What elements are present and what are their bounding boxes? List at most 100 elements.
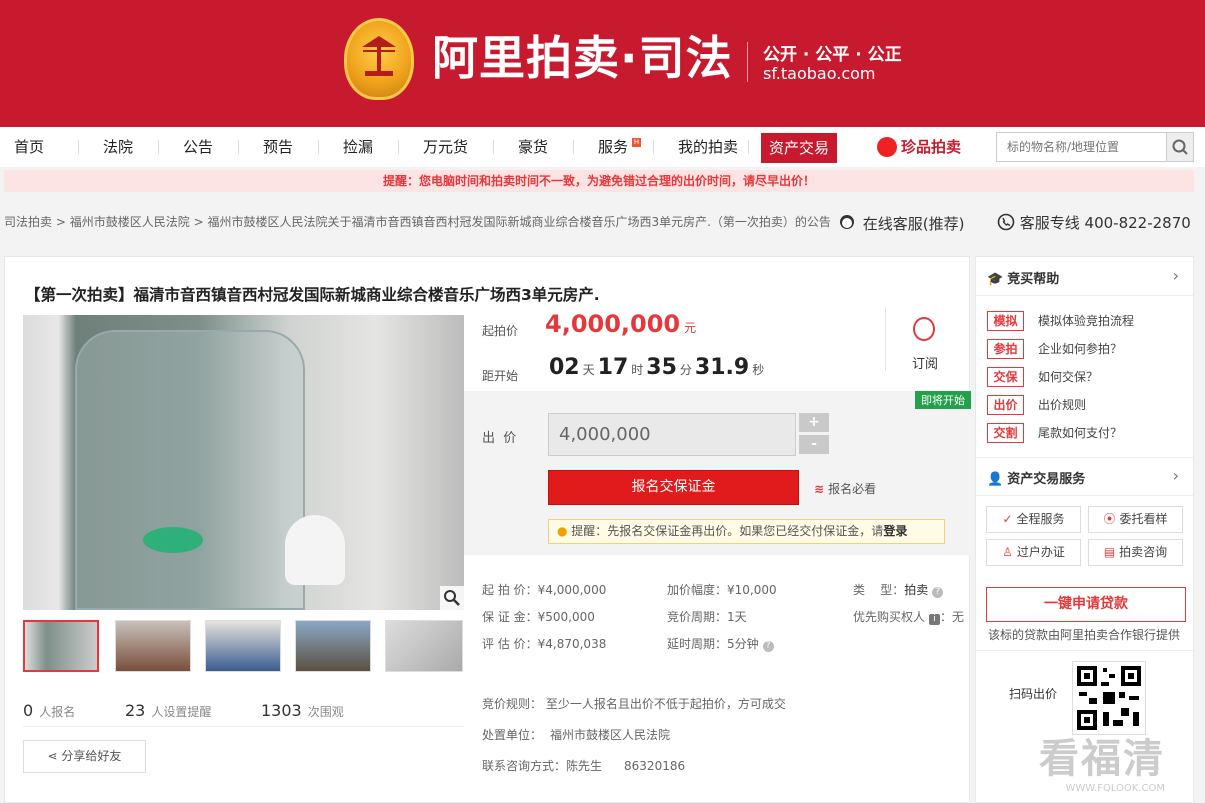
zoom-icon[interactable] — [440, 586, 464, 610]
hotline-label: 客服专线 400-822-2870 — [1019, 214, 1191, 232]
hot-badge-icon: H — [632, 138, 641, 147]
info-icon[interactable]: i — [929, 614, 941, 625]
type-label: 类 型： — [853, 583, 905, 597]
full-service-button[interactable]: ✓ 全程服务 — [986, 506, 1081, 533]
nav-treasure-auction[interactable]: 珍品拍卖 — [877, 136, 961, 158]
priority-value: ：无 — [940, 610, 965, 624]
photo-basin — [143, 527, 203, 553]
countdown-hours: 17 — [597, 355, 629, 380]
minutes-unit: 分 — [679, 363, 692, 377]
breadcrumb-sep: > — [193, 215, 204, 229]
transfer-button[interactable]: ♙ 过户办证 — [986, 539, 1081, 566]
court-emblem-logo[interactable] — [344, 18, 414, 100]
reminder-count: 23 人设置提醒 — [125, 701, 211, 720]
nav-asset-trade[interactable]: 资产交易 — [761, 133, 837, 163]
help-item-deposit[interactable]: 交保 如何交保？ — [987, 367, 1098, 387]
help-tag: 模拟 — [987, 311, 1024, 331]
brand-title[interactable]: 阿里拍卖·司法 — [432, 30, 732, 86]
hours-unit: 时 — [631, 363, 644, 377]
nav-luxury[interactable]: 豪货 — [518, 127, 548, 167]
help-icon[interactable]: ? — [932, 587, 944, 598]
subscribe-button[interactable]: 订阅 — [912, 353, 938, 372]
register-guide-label: 报名必看 — [828, 482, 877, 496]
bid-help-title: 竞买帮助 — [1007, 272, 1060, 287]
header-divider — [747, 42, 748, 82]
nav-preview[interactable]: 预告 — [263, 127, 293, 167]
help-tag: 交保 — [987, 367, 1024, 387]
signup-count: 0 人报名 — [23, 701, 75, 720]
start-price: 4,000,000 元 — [545, 310, 696, 338]
nav-service[interactable]: 服务 — [598, 127, 628, 167]
nav-my-auction[interactable]: 我的拍卖 — [678, 127, 738, 167]
signup-number: 0 — [23, 701, 34, 720]
thumbnail-2[interactable] — [115, 620, 191, 672]
sidebar-divider — [976, 457, 1193, 458]
bid-help-header[interactable]: 🎓 竞买帮助 — [987, 268, 1059, 287]
asset-service-header[interactable]: 👤 资产交易服务 — [987, 468, 1085, 487]
breadcrumb-judicial[interactable]: 司法拍卖 — [4, 215, 52, 229]
help-item-bid-rules[interactable]: 出价 出价规则 — [987, 395, 1086, 415]
register-deposit-button[interactable]: 报名交保证金 — [548, 470, 799, 505]
thumbnail-5[interactable] — [385, 620, 463, 672]
nav-court[interactable]: 法院 — [103, 127, 133, 167]
thumbnail-4[interactable] — [295, 620, 371, 672]
signup-label: 人报名 — [39, 705, 76, 719]
help-icon[interactable]: ? — [762, 641, 774, 652]
chevron-right-icon[interactable]: › — [1173, 266, 1179, 285]
thumbnail-1[interactable] — [23, 620, 99, 672]
countdown-label: 距开始 — [482, 369, 519, 383]
consult-button[interactable]: ▤ 拍卖咨询 — [1088, 539, 1183, 566]
type-value: 拍卖 — [904, 583, 929, 597]
search-input[interactable] — [997, 133, 1163, 161]
sidebar-divider — [976, 650, 1193, 651]
photo-toilet — [285, 515, 345, 585]
help-text: 尾款如何支付？ — [1038, 426, 1123, 440]
entrust-viewing-button[interactable]: ⦿ 委托看样 — [1088, 506, 1183, 533]
breadcrumb-court[interactable]: 福州市鼓楼区人民法院 — [70, 215, 190, 229]
share-button[interactable]: ⋖ 分享给好友 — [23, 740, 146, 773]
help-item-participate[interactable]: 参拍 企业如何参拍？ — [987, 339, 1122, 359]
item-main-photo[interactable] — [23, 315, 464, 610]
help-text: 如何交保？ — [1038, 370, 1099, 384]
qr-code[interactable] — [1072, 661, 1146, 735]
increase-bid-button[interactable]: + — [799, 413, 829, 432]
help-item-payment[interactable]: 交割 尾款如何支付？ — [987, 423, 1122, 443]
time-warning-banner: 提醒：您电脑时间和拍卖时间不一致，为避免错过合理的出价时间，请尽早出价！ — [4, 170, 1194, 192]
breadcrumb-notice[interactable]: 福州市鼓楼区人民法院关于福清市音西镇音西村冠发国际新城商业综合楼音乐广场西3单元… — [207, 215, 830, 229]
coins-icon: ≋ — [814, 482, 825, 496]
start-price-value: 4,000,000 — [545, 310, 681, 338]
nav-home[interactable]: 首页 — [14, 127, 44, 167]
sidebar: 🎓 竞买帮助 › 模拟 模拟体验竞拍流程 参拍 企业如何参拍？ 交保 如何交保？ 出价出… — [975, 256, 1194, 803]
headset-icon — [840, 215, 854, 229]
login-link[interactable]: 登录 — [883, 524, 907, 538]
help-text: 模拟体验竞拍流程 — [1038, 314, 1135, 328]
decrease-bid-button[interactable]: - — [799, 435, 829, 454]
thumbnail-3[interactable] — [205, 620, 281, 672]
apply-loan-button[interactable]: 一键申请贷款 — [986, 587, 1186, 622]
nav-bargain[interactable]: 捡漏 — [343, 127, 373, 167]
alarm-clock-icon[interactable] — [913, 317, 935, 341]
register-guide-link[interactable]: ≋ 报名必看 — [814, 480, 876, 497]
nav-10k-goods[interactable]: 万元货 — [423, 127, 468, 167]
detail-appraisal: 评 估 价：¥4,870,038 — [482, 637, 607, 651]
user-icon: 👤 — [987, 472, 1004, 487]
stats-divider — [23, 726, 464, 727]
countdown-seconds: 31.9 — [694, 355, 750, 380]
bid-rule: 竞价规则： 至少一人报名且出价不低于起拍价，方可成交 — [482, 697, 786, 711]
help-item-simulate[interactable]: 模拟 模拟体验竞拍流程 — [987, 311, 1134, 331]
chat-icon: ▤ — [1103, 545, 1116, 559]
search-button[interactable] — [1166, 133, 1193, 161]
nav-notice[interactable]: 公告 — [183, 127, 213, 167]
view-count: 1303 次围观 — [261, 701, 344, 720]
online-service-label: 在线客服(推荐) — [862, 215, 965, 233]
unit-value[interactable]: 福州市鼓楼区人民法院 — [550, 728, 670, 742]
asset-service-title: 资产交易服务 — [1007, 472, 1086, 487]
transfer-label: 过户办证 — [1016, 545, 1065, 559]
chevron-right-icon[interactable]: › — [1173, 466, 1179, 485]
online-service-link[interactable]: 在线客服(推荐) — [836, 212, 965, 234]
countdown-minutes: 35 — [646, 355, 677, 380]
detail-type: 类 型：拍卖? — [853, 581, 944, 598]
graduation-cap-icon: 🎓 — [987, 272, 1004, 287]
nav-divider — [398, 140, 399, 154]
bid-input[interactable]: 4,000,000 — [548, 413, 796, 456]
